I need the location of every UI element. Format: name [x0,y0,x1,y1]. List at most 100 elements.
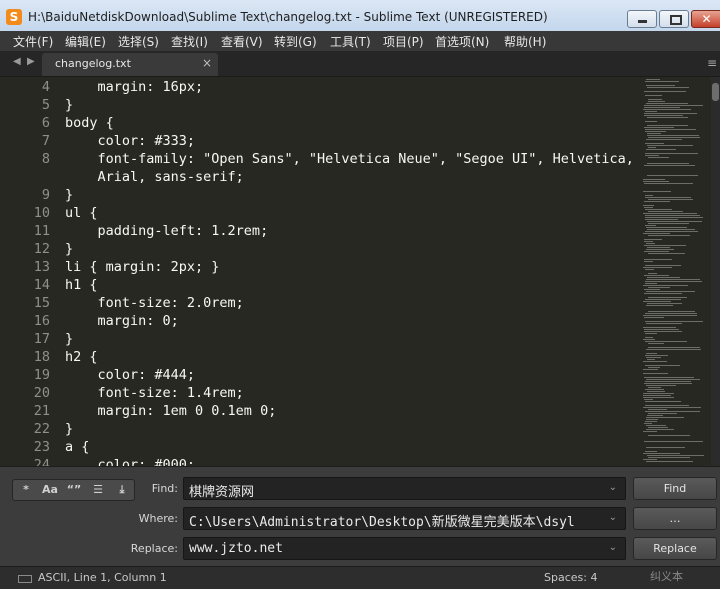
close-icon: ✕ [701,12,712,26]
minimap-line [645,333,657,334]
minimap-line [643,369,658,370]
menu-project[interactable]: 项目(P) [383,33,424,50]
code-editor[interactable]: 4 5 6 7 8 9 10 11 12 13 14 15 16 17 18 1… [0,77,711,466]
indentation-setting[interactable]: Spaces: 4 [544,571,597,584]
minimap-line [643,109,691,110]
minimap-line [647,117,688,118]
minimap-line [645,381,691,382]
minimap-line [645,355,668,356]
line-number: 18 [33,349,50,365]
tab-next-icon[interactable]: ▶ [27,56,35,67]
replace-label: Replace: [130,542,178,555]
line-number: 14 [33,277,50,293]
menu-goto[interactable]: 转到(G) [274,33,317,50]
minimap-line [647,229,695,230]
line-number: 11 [33,223,50,239]
minimap-line [646,139,682,140]
minimap-line [644,165,695,166]
minimap-line [648,223,689,224]
maximize-icon [670,15,682,25]
line-number: 22 [33,421,50,437]
line-number: 17 [33,331,50,347]
tab-changelog[interactable]: changelog.txt × [42,53,218,76]
minimap-line [648,99,662,100]
code-line: } [65,331,74,347]
minimap-line [647,163,689,164]
whole-word-toggle-icon[interactable]: “” [62,480,86,500]
minimap-line [644,317,664,318]
replace-button[interactable]: Replace [633,537,717,560]
minimap-line [647,87,689,88]
minimap-line [647,221,702,222]
code-line: } [65,187,74,203]
code-line: h2 { [65,349,98,365]
minimap-line [644,423,652,424]
minimap-line [644,183,693,184]
minimap-line [646,353,657,354]
case-sensitive-toggle-icon[interactable]: Aa [38,480,62,500]
find-button[interactable]: Find [633,477,717,500]
minimap[interactable] [641,77,711,466]
menu-view[interactable]: 查看(V) [221,33,263,50]
code-line: li { margin: 2px; } [65,259,220,275]
line-number: 6 [41,115,50,131]
menu-selection[interactable]: 选择(S) [118,33,159,50]
minimap-line [645,95,662,96]
line-number: 13 [33,259,50,275]
minimap-line [645,265,681,266]
line-number: 15 [33,295,50,311]
show-context-toggle-icon[interactable]: ☰ [86,480,110,500]
menu-tools[interactable]: 工具(T) [330,33,371,50]
minimap-line [646,323,682,324]
menu-find[interactable]: 查找(I) [171,33,208,50]
tab-prev-icon[interactable]: ◀ [13,56,21,67]
minimap-line [644,399,653,400]
replace-input-value: www.jzto.net [189,541,283,556]
line-number: 8 [41,151,50,167]
panel-toggle-icon[interactable] [18,575,32,583]
minimap-line [648,343,664,344]
maximize-button[interactable] [659,10,689,28]
minimap-line [643,205,654,206]
replace-history-dropdown-icon[interactable]: ⌄ [609,542,617,553]
where-history-dropdown-icon[interactable]: ⌄ [609,512,617,523]
sublime-app-icon: S [6,9,22,25]
where-input[interactable]: C:\Users\Administrator\Desktop\新版微星完美版本\… [183,507,626,530]
menu-edit[interactable]: 编辑(E) [65,33,106,50]
line-number: 20 [33,385,50,401]
minimap-line [643,179,665,180]
find-history-dropdown-icon[interactable]: ⌄ [609,482,617,493]
minimap-line [645,411,700,412]
menu-help[interactable]: 帮助(H) [504,33,546,50]
code-line: Arial, sans-serif; [65,169,244,185]
minimap-line [643,181,669,182]
vertical-scrollbar[interactable] [711,77,720,466]
line-number: 21 [33,403,50,419]
close-window-button[interactable]: ✕ [691,10,720,28]
minimap-line [648,409,667,410]
replace-input[interactable]: www.jzto.net ⌄ [183,537,626,560]
menu-file[interactable]: 文件(F) [13,33,53,50]
minimap-line [644,441,703,442]
code-line: ul { [65,205,98,221]
minimap-line [645,299,681,300]
regex-toggle-icon[interactable]: * [14,480,38,500]
minimize-icon [638,20,647,23]
scrollbar-thumb[interactable] [712,83,719,101]
code-line: font-size: 1.4rem; [65,385,244,401]
minimap-line [646,429,674,430]
minimize-button[interactable] [627,10,657,28]
minimap-line [644,241,653,242]
minimap-line [646,279,700,280]
find-input[interactable]: 棋牌资源网 ⌄ [183,477,626,500]
minimap-line [643,361,667,362]
minimap-line [646,385,676,386]
minimap-line [645,341,687,342]
tab-close-icon[interactable]: × [202,56,212,70]
minimap-line [648,101,665,102]
tab-label: changelog.txt [55,57,131,70]
menu-preferences[interactable]: 首选项(N) [435,33,489,50]
tab-list-menu-icon[interactable]: ≡ [707,56,717,70]
where-browse-button[interactable]: … [633,507,717,530]
where-label: Where: [138,512,178,525]
